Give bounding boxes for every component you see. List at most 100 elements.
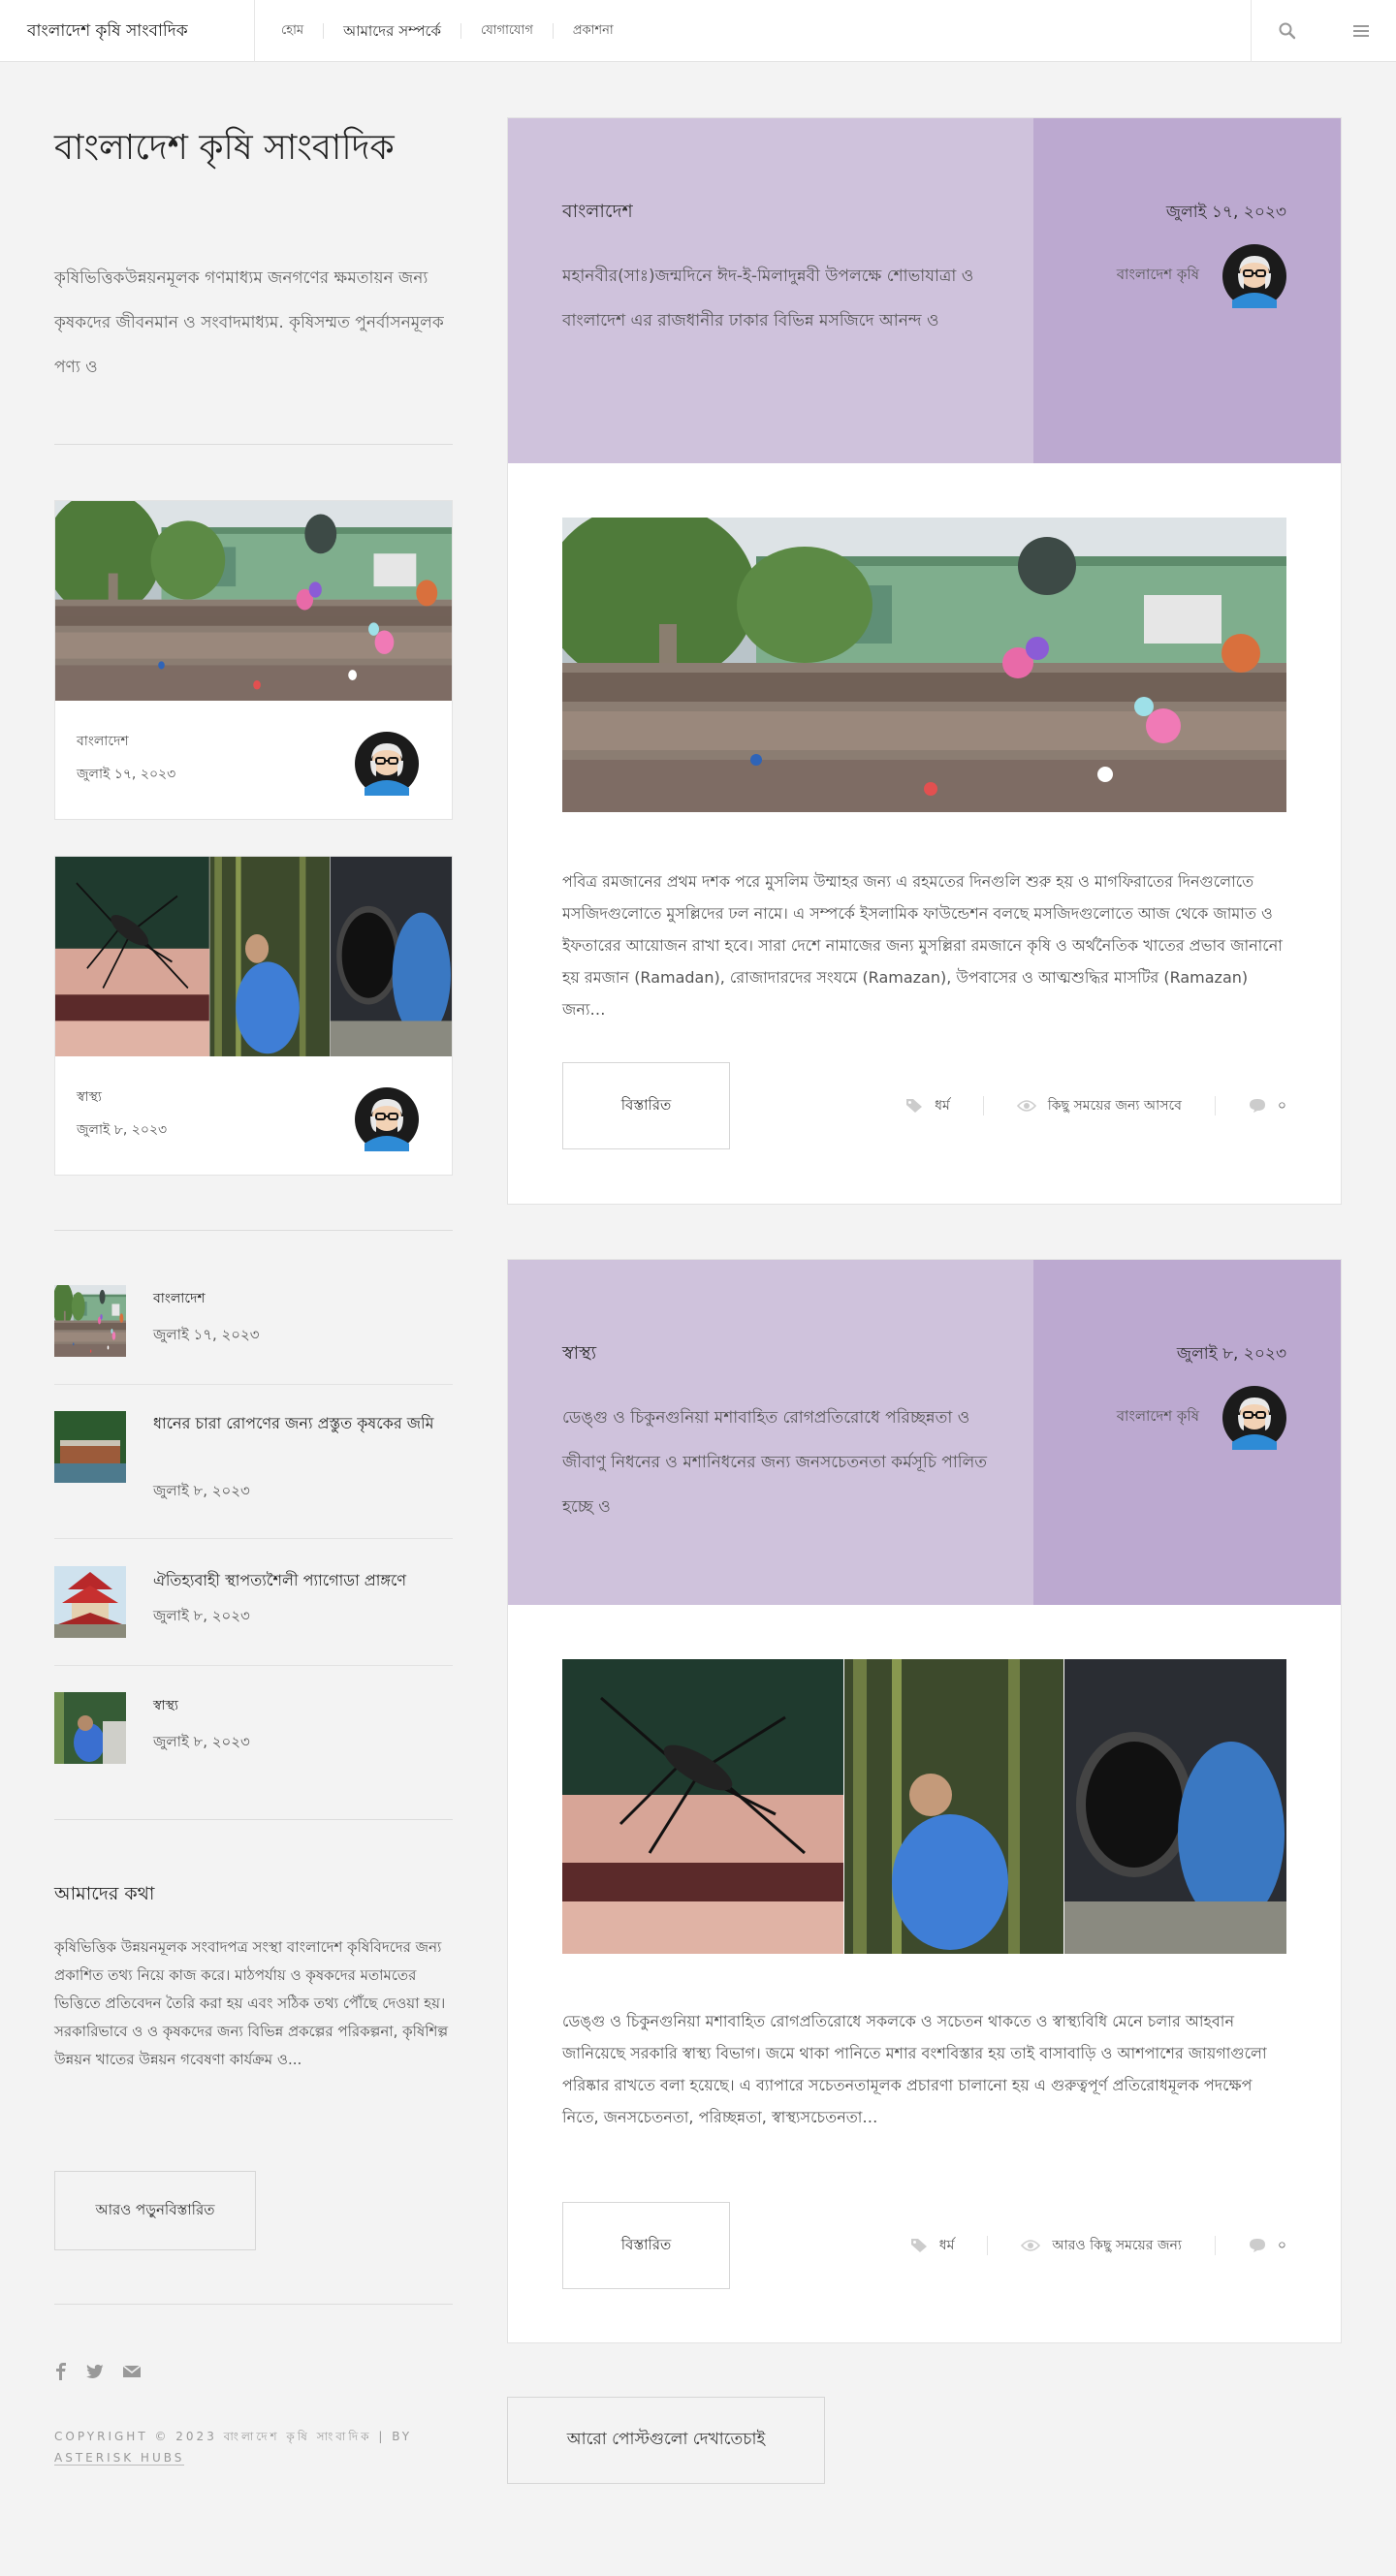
- featured-post-meta: বাংলাদেশ জুলাই ১৭, ২০২৩: [55, 701, 452, 819]
- read-more-button[interactable]: বিস্তারিত: [562, 2202, 730, 2289]
- eye-icon: [1021, 2240, 1041, 2251]
- divider: [54, 1230, 453, 1231]
- site-brand[interactable]: বাংলাদেশ কৃষি সাংবাদিক: [27, 0, 188, 62]
- post-meta: ধর্ম আরও কিছু সময়ের জন্য ০: [877, 2202, 1286, 2289]
- facebook-icon[interactable]: [54, 2363, 68, 2384]
- post-category[interactable]: স্বাস্থ্য: [562, 1339, 596, 1370]
- site-title: বাংলাদেশ কৃষি সাংবাদিক: [54, 128, 395, 168]
- eye-icon: [1016, 1100, 1036, 1112]
- post-author-name[interactable]: বাংলাদেশ কৃষি: [1117, 1405, 1199, 1429]
- post-card: স্বাস্থ্য ডেঙ্গু ও চিকুনগুনিয়া মশাবাহিত…: [507, 1259, 1342, 2343]
- author-avatar[interactable]: [355, 1087, 419, 1151]
- post-comments[interactable]: ০: [1214, 2236, 1286, 2255]
- about-read-more-button[interactable]: আরও পড়ুনবিস্তারিত: [54, 2171, 256, 2250]
- divider: [54, 1538, 453, 1539]
- featured-post-card[interactable]: বাংলাদেশ জুলাই ১৭, ২০২৩: [54, 500, 453, 820]
- post-tag[interactable]: ধর্ম: [872, 1096, 983, 1115]
- recent-post-title[interactable]: বাংলাদেশ: [153, 1285, 453, 1313]
- copyright: COPYRIGHT © 2023 বাংলাদেশ কৃষি সাংবাদিক …: [54, 2426, 453, 2468]
- recent-post-date: জুলাই ৮, ২০২৩: [153, 1482, 250, 1499]
- featured-post-image[interactable]: [55, 501, 452, 701]
- post-footer: বিস্তারিত ধর্ম কিছু সময়ের জন্য আসবে ০: [562, 1062, 1286, 1149]
- post-body-excerpt: পবিত্র রমজানের প্রথম দশক পরে মুসলিম উম্ম…: [562, 872, 1283, 1019]
- read-more-button[interactable]: বিস্তারিত: [562, 1062, 730, 1149]
- recent-post-thumbnail[interactable]: [54, 1566, 126, 1638]
- divider: [54, 1384, 453, 1385]
- post-footer: বিস্তারিত ধর্ম আরও কিছু সময়ের জন্য ০: [562, 2202, 1286, 2289]
- post-views-label: কিছু সময়ের জন্য আসবে: [1047, 1098, 1182, 1114]
- post-summary-panel: স্বাস্থ্য ডেঙ্গু ও চিকুনগুনিয়া মশাবাহিত…: [508, 1260, 1033, 1605]
- recent-post-thumbnail[interactable]: [54, 1692, 126, 1764]
- post-comments-count: ০: [1277, 2238, 1286, 2253]
- post-meta: ধর্ম কিছু সময়ের জন্য আসবে ০: [872, 1062, 1286, 1149]
- divider: [54, 444, 453, 445]
- post-date: জুলাই ৮, ২০২৩: [77, 1122, 168, 1138]
- divider: [54, 1819, 453, 1820]
- post-author-panel: জুলাই ১৭, ২০২৩ বাংলাদেশ কৃষি: [1033, 118, 1341, 463]
- post-featured-image[interactable]: [562, 518, 1286, 812]
- post-views: কিছু সময়ের জন্য আসবে: [982, 1096, 1215, 1115]
- post-date: জুলাই ৮, ২০২৩: [1176, 1344, 1286, 1364]
- recent-post-date: জুলাই ৮, ২০২৩: [153, 1607, 250, 1624]
- post-excerpt: মহানবীর(সাঃ)জন্মদিনে ঈদ‑ই‑মিলাদুন্নবী উপ…: [562, 267, 974, 330]
- tag-icon: [906, 1099, 923, 1113]
- tag-icon: [910, 2239, 927, 2252]
- load-more-button[interactable]: আরো পোস্টগুলো দেখাতেচাই: [507, 2397, 825, 2484]
- post-comments-count: ০: [1277, 1098, 1286, 1114]
- featured-post-meta: স্বাস্থ্য জুলাই ৮, ২০২৩: [55, 1056, 452, 1175]
- recent-post-title[interactable]: স্বাস্থ্য: [153, 1692, 453, 1720]
- top-navbar: বাংলাদেশ কৃষি সাংবাদিক হোম আমাদের সম্পর্…: [0, 0, 1396, 62]
- divider: [54, 2304, 453, 2305]
- post-tag-label: ধর্ম: [938, 2238, 955, 2253]
- recent-post-date: জুলাই ৮, ২০২৩: [153, 1733, 250, 1750]
- post-author-name[interactable]: বাংলাদেশ কৃষি: [1117, 264, 1199, 288]
- post-comments[interactable]: ০: [1214, 1096, 1286, 1115]
- post-summary-panel: বাংলাদেশ মহানবীর(সাঃ)জন্মদিনে ঈদ‑ই‑মিলাদ…: [508, 118, 1033, 463]
- nav-item-contact[interactable]: যোগাযোগ: [460, 23, 553, 39]
- post-date: জুলাই ১৭, ২০২৩: [77, 767, 176, 782]
- featured-post-card[interactable]: স্বাস্থ্য জুলাই ৮, ২০২৩: [54, 856, 453, 1176]
- about-text: কৃষিভিত্তিক উন্নয়নমূলক সংবাদপত্র সংস্থা…: [54, 1938, 449, 2068]
- author-avatar[interactable]: [355, 732, 419, 796]
- email-icon[interactable]: [122, 2363, 142, 2384]
- comment-icon: [1249, 1099, 1265, 1113]
- post-views-label: আরও কিছু সময়ের জন্য: [1052, 2238, 1182, 2253]
- divider: [54, 1665, 453, 1666]
- site-description: কৃষিভিত্তিকউন্নয়নমূলক গণমাধ্যম জনগণের ক…: [54, 268, 444, 377]
- post-card: বাংলাদেশ মহানবীর(সাঃ)জন্মদিনে ঈদ‑ই‑মিলাদ…: [507, 117, 1342, 1205]
- recent-post-title[interactable]: ঐতিহ্যবাহী স্থাপত্যশৈলী প্যাগোডা প্রাঙ্গ…: [153, 1566, 453, 1594]
- recent-post-title[interactable]: ধানের চারা রোপণের জন্য প্রস্তুত কৃষকের জ…: [153, 1409, 453, 1437]
- post-tag-label: ধর্ম: [935, 1098, 950, 1114]
- nav-item-about[interactable]: আমাদের সম্পর্কে: [323, 23, 460, 39]
- copyright-text: COPYRIGHT © 2023 বাংলাদেশ কৃষি সাংবাদিক …: [54, 2430, 413, 2443]
- author-avatar[interactable]: [1222, 1386, 1286, 1450]
- main-nav: হোম আমাদের সম্পর্কে যোগাযোগ প্রকাশনা: [281, 0, 633, 62]
- comment-icon: [1249, 2239, 1265, 2252]
- recent-post-thumbnail[interactable]: [54, 1285, 126, 1357]
- post-category[interactable]: বাংলাদেশ: [77, 730, 129, 753]
- author-avatar[interactable]: [1222, 244, 1286, 308]
- post-category[interactable]: স্বাস্থ্য: [77, 1085, 102, 1109]
- nav-item-home[interactable]: হোম: [281, 23, 323, 39]
- post-excerpt: ডেঙ্গু ও চিকুনগুনিয়া মশাবাহিত রোগপ্রতির…: [562, 1408, 988, 1517]
- post-header-band: স্বাস্থ্য ডেঙ্গু ও চিকুনগুনিয়া মশাবাহিত…: [508, 1260, 1341, 1605]
- header-divider: [1251, 0, 1252, 62]
- post-header-band: বাংলাদেশ মহানবীর(সাঃ)জন্মদিনে ঈদ‑ই‑মিলাদ…: [508, 118, 1341, 463]
- recent-post-thumbnail[interactable]: [54, 1411, 126, 1483]
- post-body-excerpt: ডেঙ্গু ও চিকুনগুনিয়া মশাবাহিত রোগপ্রতির…: [562, 2012, 1267, 2126]
- post-tag[interactable]: ধর্ম: [877, 2236, 988, 2255]
- post-date: জুলাই ১৭, ২০২৩: [1165, 203, 1286, 222]
- post-category[interactable]: বাংলাদেশ: [562, 198, 633, 229]
- post-featured-image[interactable]: [562, 1659, 1286, 1954]
- copyright-link[interactable]: ASTERISK HUBS: [54, 2451, 185, 2466]
- twitter-icon[interactable]: [85, 2363, 105, 2384]
- post-author-panel: জুলাই ৮, ২০২৩ বাংলাদেশ কৃষি: [1033, 1260, 1341, 1605]
- social-links: [54, 2363, 142, 2384]
- menu-icon[interactable]: [1351, 21, 1371, 41]
- search-icon[interactable]: [1278, 21, 1297, 41]
- post-views: আরও কিছু সময়ের জন্য: [987, 2236, 1215, 2255]
- featured-post-image[interactable]: [55, 857, 452, 1056]
- brand-divider: [254, 0, 255, 62]
- nav-item-publications[interactable]: প্রকাশনা: [552, 23, 633, 39]
- about-heading: আমাদের কথা: [54, 1883, 155, 1904]
